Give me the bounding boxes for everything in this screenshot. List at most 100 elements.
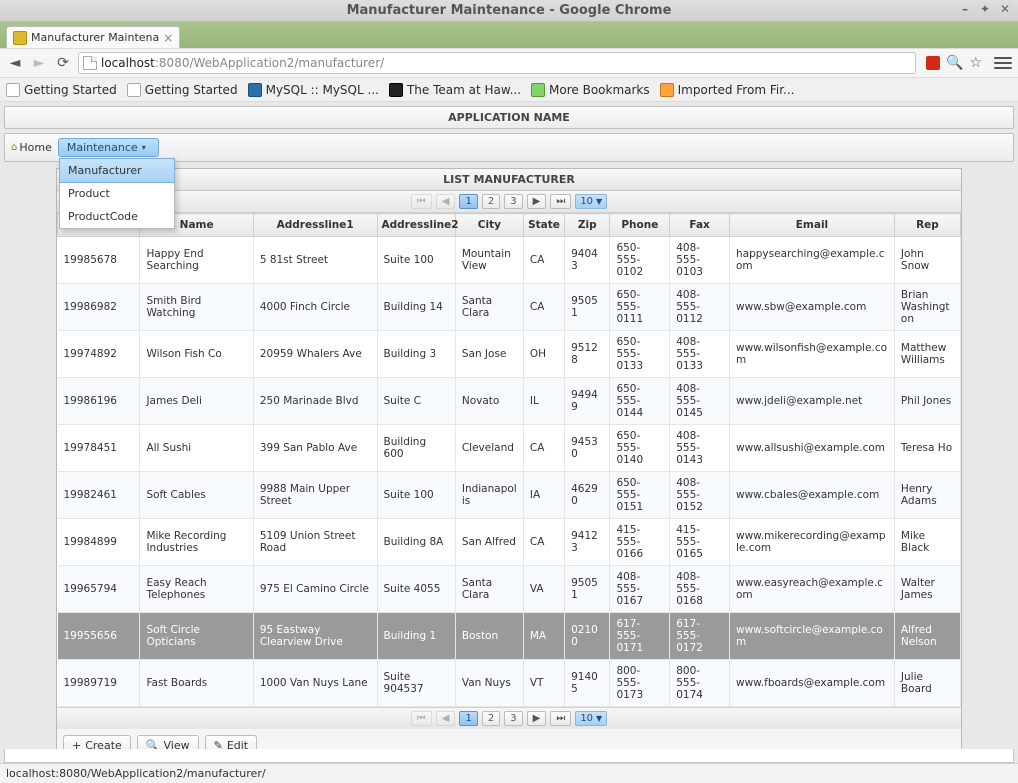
close-icon[interactable]: ✕: [998, 2, 1012, 16]
bookmark-mysql[interactable]: MySQL :: MySQL ...: [248, 83, 379, 97]
reload-button[interactable]: ⟳: [54, 54, 72, 72]
bookmark-imported[interactable]: Imported From Fir...: [660, 83, 795, 97]
table-cell: 1000 Van Nuys Lane: [253, 660, 377, 707]
table-cell: 46290: [565, 472, 610, 519]
table-cell: 94123: [565, 519, 610, 566]
menu-item-productcode[interactable]: ProductCode: [60, 205, 174, 228]
pager-last-icon[interactable]: ⏭: [550, 711, 571, 726]
chrome-menu-icon[interactable]: [994, 54, 1012, 72]
maximize-icon[interactable]: ✦: [978, 2, 992, 16]
column-header[interactable]: Addressline1: [253, 214, 377, 237]
flash-icon[interactable]: [926, 56, 940, 70]
table-cell: 617-555-0171: [610, 613, 670, 660]
table-cell: CA: [523, 237, 564, 284]
menu-item-product[interactable]: Product: [60, 182, 174, 205]
table-cell: 94043: [565, 237, 610, 284]
table-cell: Suite 100: [377, 237, 455, 284]
pager-prev-icon[interactable]: ◀: [436, 194, 456, 209]
bookmark-more[interactable]: More Bookmarks: [531, 83, 650, 97]
table-cell: Mountain View: [455, 237, 523, 284]
table-row[interactable]: 19984899Mike Recording Industries5109 Un…: [58, 519, 961, 566]
table-cell: Novato: [455, 378, 523, 425]
table-cell: 95051: [565, 566, 610, 613]
column-header[interactable]: State: [523, 214, 564, 237]
folder-icon: [660, 83, 674, 97]
chevron-down-icon: ▼: [596, 197, 602, 206]
column-header[interactable]: Email: [730, 214, 895, 237]
menu-item-manufacturer[interactable]: Manufacturer: [59, 158, 175, 183]
table-cell: 19978451: [58, 425, 140, 472]
pager-page-3[interactable]: 3: [504, 194, 522, 209]
paginator-top: ⏮ ◀ 1 2 3 ▶ ⏭ 10▼: [57, 191, 961, 213]
bookmark-getting-started-2[interactable]: Getting Started: [127, 83, 238, 97]
pager-last-icon[interactable]: ⏭: [550, 194, 571, 209]
table-row[interactable]: 19974892Wilson Fish Co20959 Whalers AveB…: [58, 331, 961, 378]
pager-page-1[interactable]: 1: [459, 194, 477, 209]
table-cell: 415-555-0166: [610, 519, 670, 566]
url-bar[interactable]: localhost:8080/WebApplication2/manufactu…: [78, 52, 916, 74]
column-header[interactable]: City: [455, 214, 523, 237]
close-tab-icon[interactable]: ×: [163, 31, 173, 45]
maintenance-dropdown: Manufacturer Product ProductCode: [59, 158, 175, 229]
column-header[interactable]: Rep: [894, 214, 960, 237]
pager-page-2[interactable]: 2: [482, 194, 500, 209]
table-cell: 250 Marinade Blvd: [253, 378, 377, 425]
breadcrumb-home[interactable]: ⌂Home: [11, 141, 52, 154]
pager-next-icon[interactable]: ▶: [527, 194, 547, 209]
table-cell: 650-555-0140: [610, 425, 670, 472]
pager-first-icon[interactable]: ⏮: [411, 194, 432, 209]
table-cell: Easy Reach Telephones: [140, 566, 253, 613]
table-row[interactable]: 19985678Happy End Searching5 81st Street…: [58, 237, 961, 284]
pager-page-3[interactable]: 3: [504, 711, 522, 726]
pager-prev-icon[interactable]: ◀: [436, 711, 456, 726]
minimize-icon[interactable]: –: [958, 2, 972, 16]
table-cell: Brian Washington: [894, 284, 960, 331]
table-cell: Phil Jones: [894, 378, 960, 425]
table-row[interactable]: 19965794Easy Reach Telephones975 El Cami…: [58, 566, 961, 613]
pager-first-icon[interactable]: ⏮: [411, 711, 432, 726]
table-cell: Happy End Searching: [140, 237, 253, 284]
bookmark-star-icon[interactable]: ☆: [969, 55, 982, 71]
table-row[interactable]: 19955656Soft Circle Opticians95 Eastway …: [58, 613, 961, 660]
table-cell: 19986982: [58, 284, 140, 331]
pager-size-select[interactable]: 10▼: [575, 194, 607, 209]
table-cell: Walter James: [894, 566, 960, 613]
tab-title: Manufacturer Maintena: [31, 31, 159, 44]
breadcrumb: ⌂Home Maintenance▾ Manufacturer Product …: [4, 133, 1014, 162]
table-row[interactable]: 19989719Fast Boards1000 Van Nuys LaneSui…: [58, 660, 961, 707]
table-cell: Building 600: [377, 425, 455, 472]
column-header[interactable]: Addressline2: [377, 214, 455, 237]
table-cell: 19965794: [58, 566, 140, 613]
table-cell: 19985678: [58, 237, 140, 284]
breadcrumb-maintenance[interactable]: Maintenance▾: [58, 138, 159, 157]
table-cell: Cleveland: [455, 425, 523, 472]
table-cell: VA: [523, 566, 564, 613]
back-button[interactable]: ◄: [6, 54, 24, 72]
forward-button[interactable]: ►: [30, 54, 48, 72]
table-row[interactable]: 19986982Smith Bird Watching4000 Finch Ci…: [58, 284, 961, 331]
table-cell: Suite 4055: [377, 566, 455, 613]
pager-size-select[interactable]: 10▼: [575, 711, 607, 726]
table-cell: San Alfred: [455, 519, 523, 566]
table-cell: 408-555-0143: [670, 425, 730, 472]
table-cell: Mike Recording Industries: [140, 519, 253, 566]
pager-next-icon[interactable]: ▶: [527, 711, 547, 726]
table-cell: Santa Clara: [455, 566, 523, 613]
column-header[interactable]: Zip: [565, 214, 610, 237]
bookmark-getting-started[interactable]: Getting Started: [6, 83, 117, 97]
table-cell: Building 1: [377, 613, 455, 660]
url-path: /WebApplication2/manufacturer/: [189, 56, 384, 70]
table-cell: San Jose: [455, 331, 523, 378]
table-row[interactable]: 19982461Soft Cables9988 Main Upper Stree…: [58, 472, 961, 519]
pager-page-2[interactable]: 2: [482, 711, 500, 726]
table-row[interactable]: 19978451All Sushi399 San Pablo AveBuildi…: [58, 425, 961, 472]
table-cell: 408-555-0112: [670, 284, 730, 331]
zoom-icon[interactable]: 🔍: [946, 55, 963, 71]
column-header[interactable]: Fax: [670, 214, 730, 237]
pager-page-1[interactable]: 1: [459, 711, 477, 726]
column-header[interactable]: Phone: [610, 214, 670, 237]
table-row[interactable]: 19986196James Deli250 Marinade BlvdSuite…: [58, 378, 961, 425]
table-cell: Indianapolis: [455, 472, 523, 519]
bookmark-hawaii-team[interactable]: The Team at Haw...: [389, 83, 521, 97]
browser-tab[interactable]: Manufacturer Maintena ×: [6, 26, 180, 48]
